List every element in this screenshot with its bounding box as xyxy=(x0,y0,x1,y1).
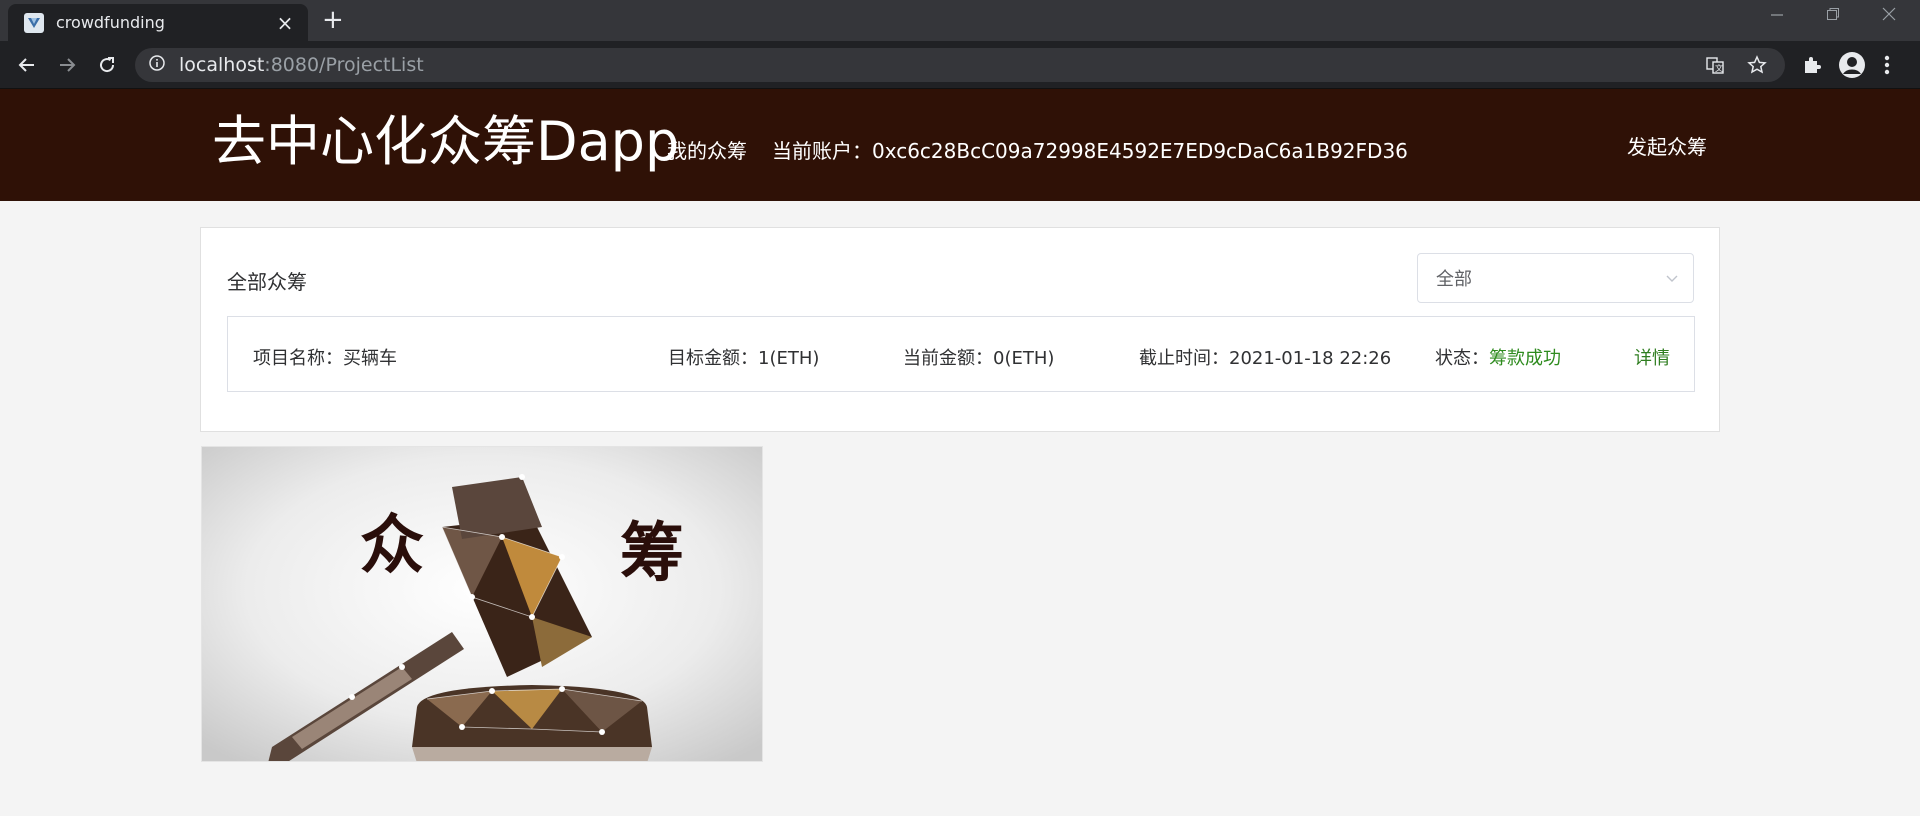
account-address: 0xc6c28BcC09a72998E4592E7ED9cDaC6a1B92FD… xyxy=(872,139,1408,163)
hero-char-left: 众 xyxy=(360,509,424,583)
project-detail-link[interactable]: 详情 xyxy=(1634,344,1670,370)
filter-selected-value: 全部 xyxy=(1436,269,1472,290)
hero-char-right: 筹 xyxy=(620,517,684,591)
account-label: 当前账户： xyxy=(772,139,872,163)
project-target: 目标金额：1(ETH) xyxy=(668,348,820,369)
tab-title: crowdfunding xyxy=(56,13,165,32)
status-badge: 筹款成功 xyxy=(1489,348,1561,369)
project-status: 状态：筹款成功 xyxy=(1435,348,1561,369)
url-text: localhost:8080/ProjectList xyxy=(179,54,424,76)
svg-text:文: 文 xyxy=(1715,63,1723,73)
site-title[interactable]: 去中心化众筹Dapp xyxy=(212,109,679,175)
card-title: 全部众筹 xyxy=(227,270,307,294)
chevron-down-icon xyxy=(1665,270,1679,289)
nav-my-crowdfunding[interactable]: 我的众筹 xyxy=(667,135,747,164)
bookmark-star-icon[interactable] xyxy=(1747,48,1767,82)
back-arrow-icon[interactable] xyxy=(12,51,42,79)
browser-tabstrip: crowdfunding × + xyxy=(0,0,1920,41)
reload-icon[interactable] xyxy=(92,51,122,79)
project-list-card: 全部众筹 全部 项目名称：买辆车 目标金额：1(ETH) 当前金额：0(ETH)… xyxy=(200,227,1720,432)
launch-crowdfunding-button[interactable]: 发起众筹 xyxy=(1627,131,1707,160)
site-info-icon[interactable] xyxy=(149,55,165,75)
browser-tab[interactable]: crowdfunding × xyxy=(8,4,308,41)
current-account: 当前账户：0xc6c28BcC09a72998E4592E7ED9cDaC6a1… xyxy=(772,135,1408,164)
browser-toolbar: localhost:8080/ProjectList 文 xyxy=(0,41,1920,89)
site-favicon-icon xyxy=(24,12,44,33)
restore-icon[interactable] xyxy=(1826,5,1840,26)
minimize-icon[interactable] xyxy=(1770,5,1784,26)
crowdfunding-gavel-image: 众 筹 xyxy=(201,446,763,762)
address-bar[interactable]: localhost:8080/ProjectList 文 xyxy=(135,48,1785,82)
project-row: 项目名称：买辆车 目标金额：1(ETH) 当前金额：0(ETH) 截止时间：20… xyxy=(227,316,1695,392)
translate-icon[interactable]: 文 xyxy=(1705,48,1725,82)
project-current: 当前金额：0(ETH) xyxy=(903,348,1055,369)
close-window-icon[interactable] xyxy=(1882,5,1896,26)
project-name: 项目名称：买辆车 xyxy=(253,348,397,369)
profile-avatar-icon[interactable] xyxy=(1838,51,1866,79)
tab-close-icon[interactable]: × xyxy=(274,13,296,33)
forward-arrow-icon[interactable] xyxy=(52,51,82,79)
site-header: 去中心化众筹Dapp 我的众筹 当前账户：0xc6c28BcC09a72998E… xyxy=(0,89,1920,201)
new-tab-icon[interactable]: + xyxy=(322,6,344,34)
extensions-puzzle-icon[interactable] xyxy=(1801,51,1823,79)
browser-menu-icon[interactable] xyxy=(1884,51,1890,79)
project-deadline: 截止时间：2021-01-18 22:26 xyxy=(1139,348,1392,369)
status-filter-select[interactable]: 全部 xyxy=(1417,253,1694,303)
